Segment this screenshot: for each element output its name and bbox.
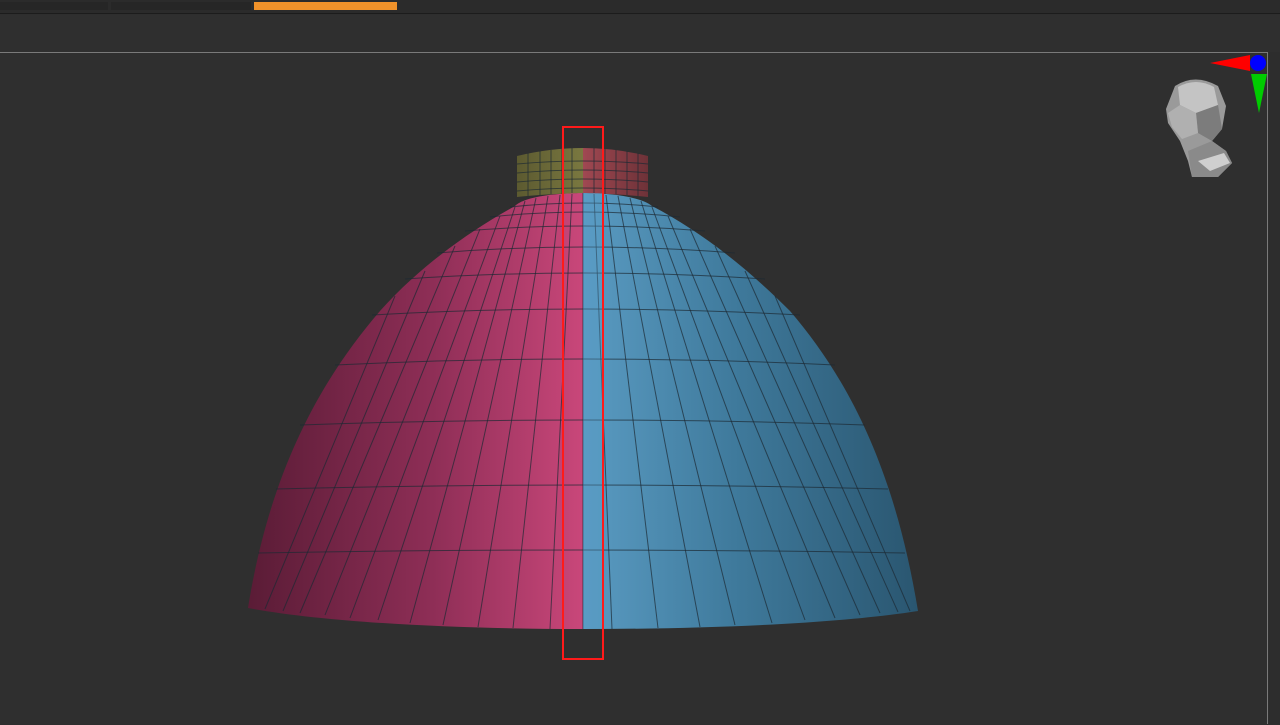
y-axis-arrow[interactable]: [1251, 74, 1267, 113]
dome-right-polygroup[interactable]: [583, 193, 918, 629]
z-axis-handle[interactable]: [1250, 55, 1266, 71]
tool-strip: [0, 15, 1280, 52]
right-panel-edge: [1269, 52, 1280, 724]
document-tab-1[interactable]: [0, 2, 108, 10]
x-axis-arrow[interactable]: [1210, 55, 1250, 71]
3d-viewport[interactable]: [0, 52, 1268, 724]
dome-mesh[interactable]: [248, 148, 918, 630]
navigator-gizmo[interactable]: [1166, 55, 1267, 177]
document-tab-bar: [0, 0, 1280, 14]
document-tab-2[interactable]: [111, 2, 251, 10]
center-seam-strip: [583, 193, 602, 629]
head-icon[interactable]: [1166, 79, 1232, 178]
dome-left-polygroup[interactable]: [248, 193, 583, 629]
viewport-canvas[interactable]: [0, 53, 1268, 725]
document-tab-active[interactable]: [254, 2, 397, 10]
